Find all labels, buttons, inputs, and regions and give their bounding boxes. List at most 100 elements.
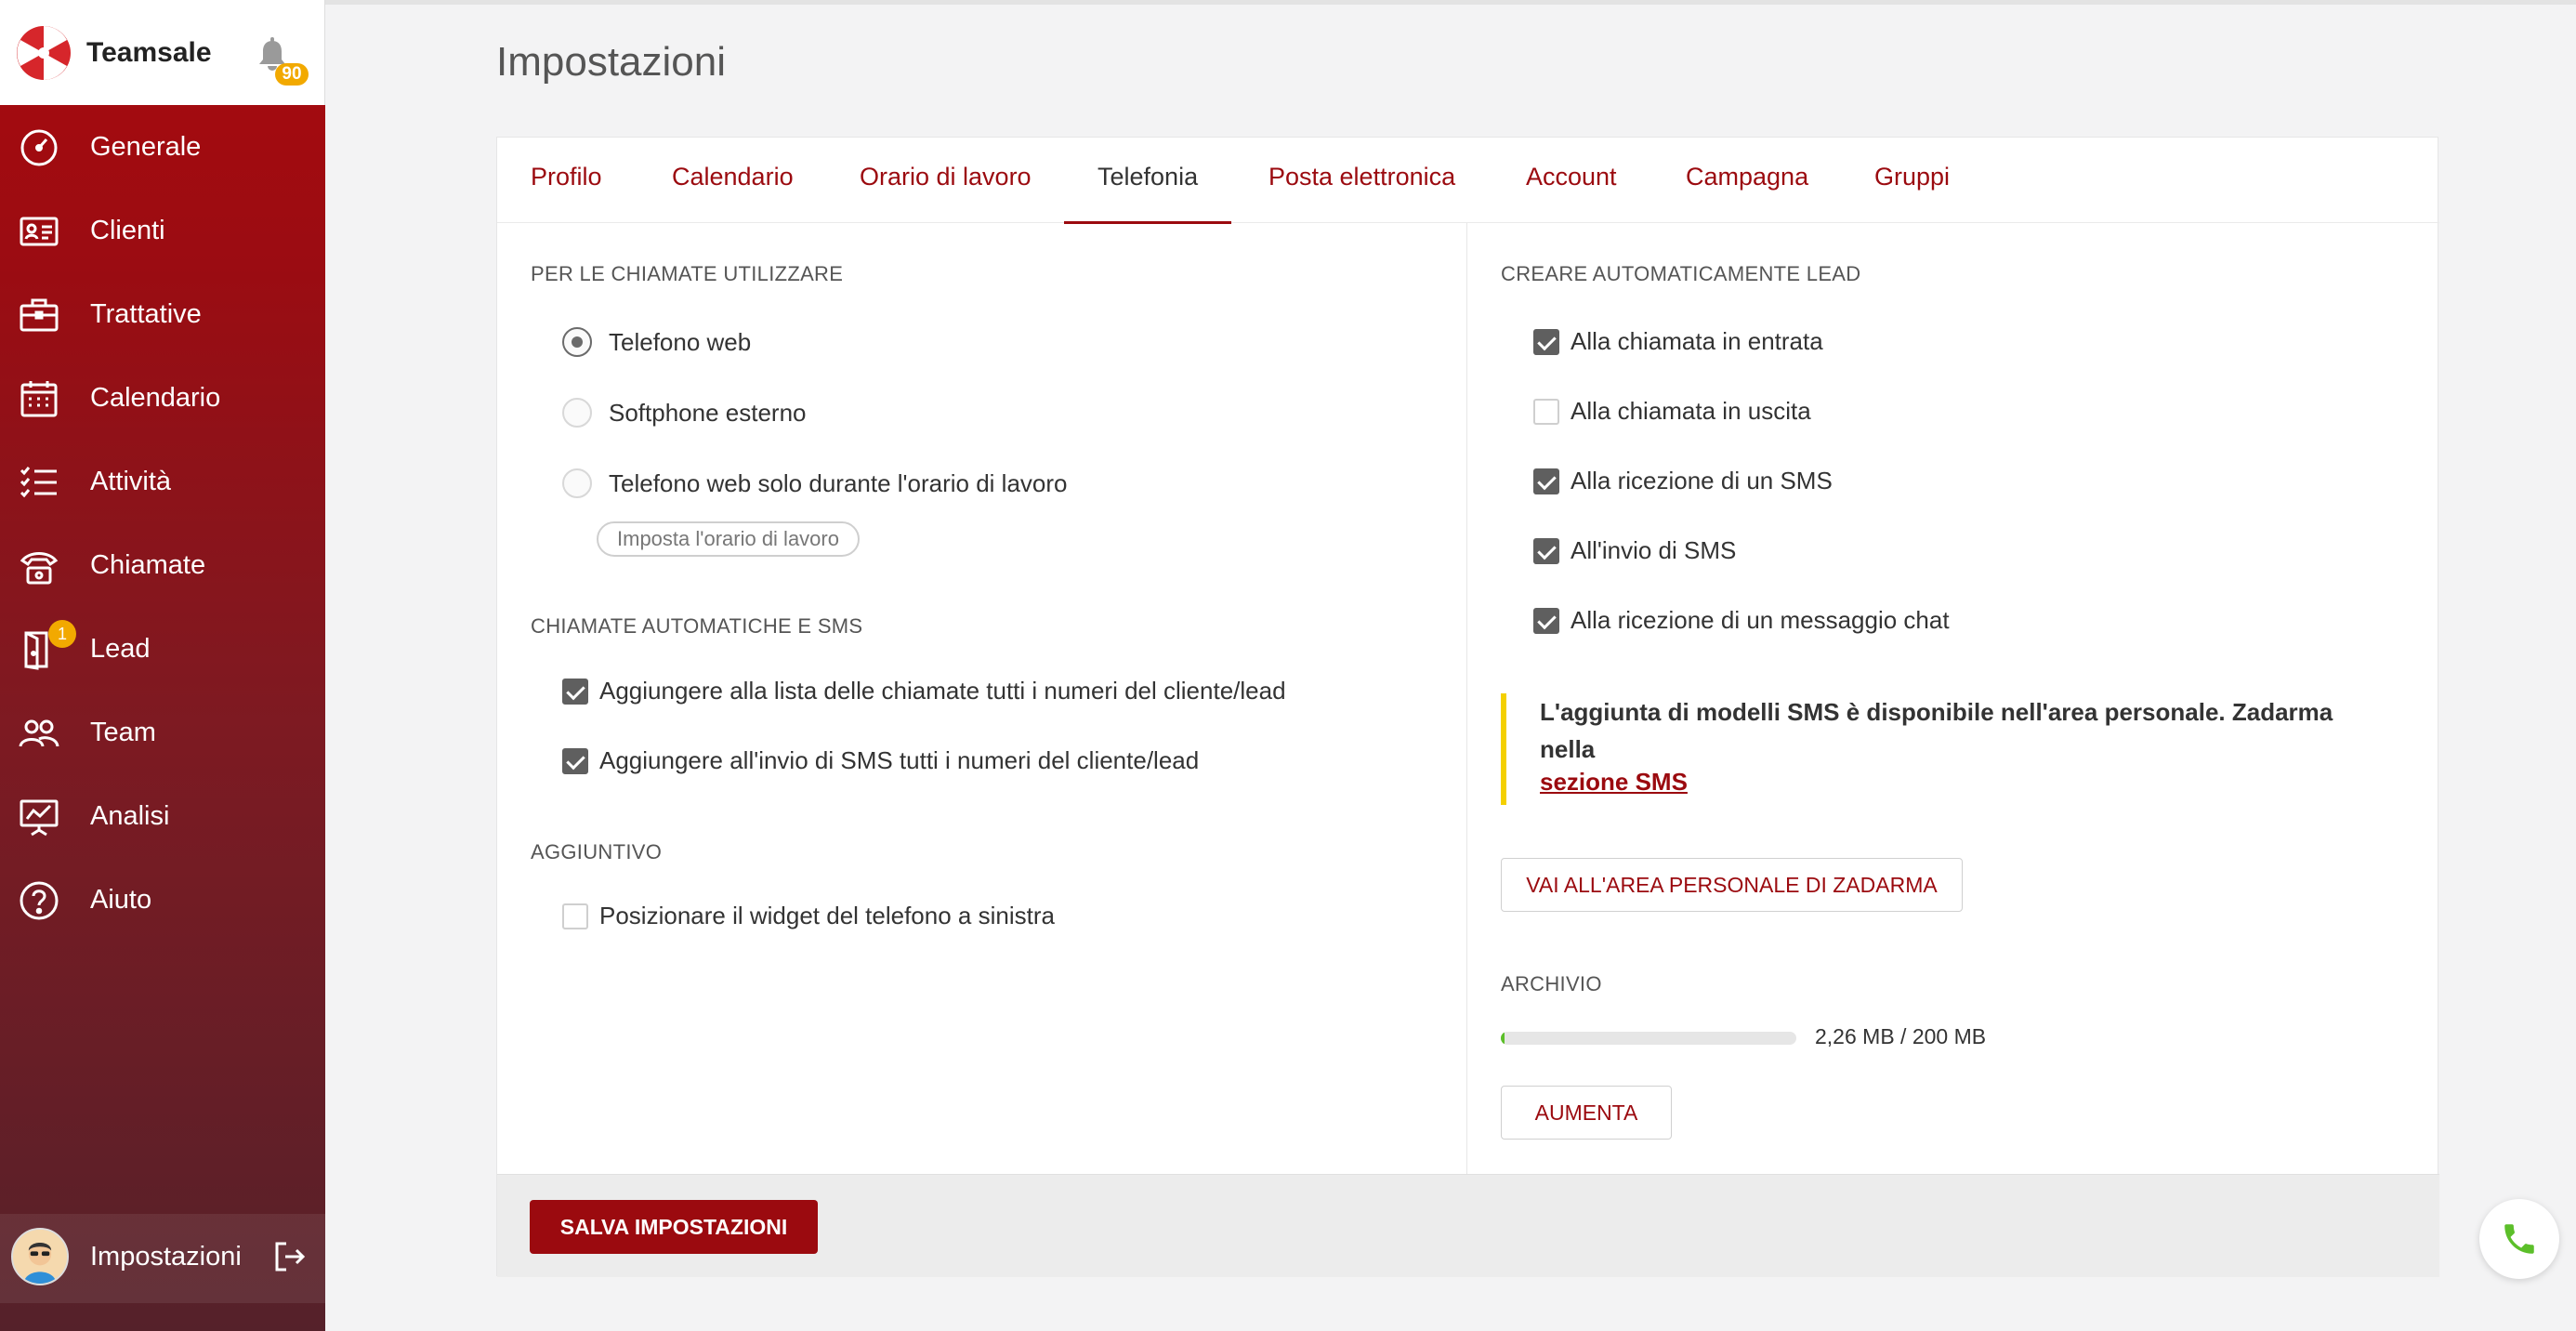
increase-storage-button[interactable]: Aumenta [1501, 1086, 1672, 1140]
sidebar-item-lead[interactable]: 1 Lead [0, 607, 325, 691]
sidebar-item-label: Team [90, 717, 156, 747]
sidebar-item-label: Clienti [90, 215, 165, 245]
team-icon [19, 713, 59, 754]
sms-section-link[interactable]: sezione SMS [1540, 768, 1688, 796]
tab-account[interactable]: Account [1526, 138, 1617, 223]
checkbox[interactable] [1533, 607, 1559, 634]
sidebar-item-label: Aiuto [90, 884, 152, 915]
sidebar-item-label: Analisi [90, 800, 170, 831]
checkbox[interactable] [1533, 537, 1559, 564]
auto-section-title: Chiamate automatiche e SMS [531, 614, 863, 638]
sidebar-item-calendario[interactable]: Calendario [0, 356, 325, 440]
brand-header: Teamsale 90 [0, 0, 325, 105]
brand-name: Teamsale [86, 37, 212, 68]
checkbox-add-call-numbers[interactable]: Aggiungere alla lista delle chiamate tut… [562, 677, 1286, 705]
card-footer: Salva impostazioni [497, 1174, 2439, 1277]
sidebar-item-generale[interactable]: Generale [0, 105, 325, 189]
checkbox[interactable] [562, 747, 588, 774]
checkbox[interactable] [562, 678, 588, 705]
logout-icon[interactable] [273, 1240, 307, 1273]
set-working-hours-button[interactable]: Imposta l'orario di lavoro [597, 521, 860, 557]
sidebar-footer-settings[interactable]: Impostazioni [0, 1214, 325, 1303]
option-label: Alla chiamata in uscita [1571, 397, 1811, 425]
checkbox-lead-incoming-call[interactable]: Alla chiamata in entrata [1533, 327, 1823, 356]
lead-section-title: Creare automaticamente lead [1501, 262, 1861, 285]
option-label: Telefono web solo durante l'orario di la… [609, 468, 1068, 497]
help-icon [19, 880, 59, 921]
storage-progress-fill [1501, 1032, 1505, 1045]
checkbox[interactable] [562, 903, 588, 929]
option-label: Alla ricezione di un SMS [1571, 467, 1833, 494]
sidebar-footer-label: Impostazioni [90, 1242, 242, 1272]
sidebar: Teamsale 90 Generale Clienti Trattative [0, 0, 325, 1331]
sidebar-item-chiamate[interactable]: Chiamate [0, 523, 325, 607]
contact-card-icon [19, 211, 59, 252]
option-label: Posizionare il widget del telefono a sin… [599, 902, 1055, 929]
settings-card: Profilo Calendario Orario di lavoro Tele… [496, 137, 2439, 1277]
sidebar-item-label: Generale [90, 131, 202, 162]
radio-telefono-web[interactable]: Telefono web [562, 327, 751, 357]
column-divider [1466, 223, 1467, 1180]
tab-orario-di-lavoro[interactable]: Orario di lavoro [860, 138, 1032, 223]
tab-campagna[interactable]: Campagna [1686, 138, 1808, 223]
sidebar-item-label: Trattative [90, 298, 202, 329]
checkbox-lead-chat-message[interactable]: Alla ricezione di un messaggio chat [1533, 606, 1950, 635]
sidebar-item-trattative[interactable]: Trattative [0, 272, 325, 356]
tab-telefonia[interactable]: Telefonia [1063, 138, 1232, 224]
checklist-icon [19, 462, 59, 503]
tab-gruppi[interactable]: Gruppi [1874, 138, 1950, 223]
storage-progress-bar [1501, 1032, 1796, 1045]
checkbox[interactable] [1533, 468, 1559, 494]
extra-section-title: Aggiuntivo [531, 840, 663, 863]
checkbox-widget-left[interactable]: Posizionare il widget del telefono a sin… [562, 902, 1055, 930]
option-label: Aggiungere all'invio di SMS tutti i nume… [599, 746, 1200, 774]
briefcase-icon [19, 295, 59, 336]
radio-telefono-web-orario[interactable]: Telefono web solo durante l'orario di la… [562, 468, 1067, 498]
sidebar-item-aiuto[interactable]: Aiuto [0, 858, 325, 942]
sidebar-item-label: Attività [90, 466, 172, 496]
notice-text: L'aggiunta di modelli SMS è disponibile … [1540, 698, 2333, 763]
tab-posta-elettronica[interactable]: Posta elettronica [1268, 138, 1455, 223]
phone-call-icon [2504, 1224, 2534, 1254]
option-label: Alla chiamata in entrata [1571, 327, 1823, 355]
radio-softphone-esterno[interactable]: Softphone esterno [562, 398, 807, 428]
settings-tabs: Profilo Calendario Orario di lavoro Tele… [497, 138, 2439, 224]
calendar-icon [19, 378, 59, 419]
analytics-icon [19, 797, 59, 837]
tab-calendario[interactable]: Calendario [672, 138, 794, 223]
sidebar-item-team[interactable]: Team [0, 691, 325, 774]
option-label: Alla ricezione di un messaggio chat [1571, 606, 1950, 634]
checkbox[interactable] [1533, 328, 1559, 355]
checkbox-lead-sms-received[interactable]: Alla ricezione di un SMS [1533, 467, 1833, 495]
phone-widget-button[interactable] [2479, 1199, 2559, 1279]
option-label: Softphone esterno [609, 398, 807, 427]
sidebar-item-analisi[interactable]: Analisi [0, 774, 325, 858]
notifications-badge: 90 [275, 63, 309, 86]
phone-icon [19, 546, 59, 586]
top-border [325, 0, 2576, 5]
lead-badge: 1 [48, 620, 76, 648]
sidebar-nav: Generale Clienti Trattative Calendario A… [0, 105, 325, 942]
radio-button[interactable] [562, 398, 592, 428]
sidebar-item-label: Chiamate [90, 549, 206, 580]
save-settings-button[interactable]: Salva impostazioni [530, 1200, 818, 1254]
tab-profilo[interactable]: Profilo [531, 138, 602, 223]
sidebar-item-attivita[interactable]: Attività [0, 440, 325, 523]
page-title: Impostazioni [496, 39, 727, 85]
teamsale-logo-icon [17, 26, 71, 80]
zadarma-personal-area-button[interactable]: Vai all'area personale di Zadarma [1501, 858, 1963, 912]
avatar[interactable] [11, 1228, 69, 1285]
checkbox[interactable] [1533, 398, 1559, 425]
checkbox-lead-sms-sent[interactable]: All'invio di SMS [1533, 536, 1736, 565]
checkbox-lead-outgoing-call[interactable]: Alla chiamata in uscita [1533, 397, 1811, 426]
sidebar-item-label: Lead [90, 633, 151, 664]
archive-section-title: Archivio [1501, 972, 1602, 995]
storage-usage-text: 2,26 MB / 200 MB [1815, 1024, 1987, 1048]
radio-button[interactable] [562, 327, 592, 357]
sidebar-item-label: Calendario [90, 382, 221, 413]
radio-button[interactable] [562, 468, 592, 498]
option-label: All'invio di SMS [1571, 536, 1737, 564]
option-label: Aggiungere alla lista delle chiamate tut… [599, 677, 1286, 705]
sidebar-item-clienti[interactable]: Clienti [0, 189, 325, 272]
checkbox-add-sms-numbers[interactable]: Aggiungere all'invio di SMS tutti i nume… [562, 746, 1199, 775]
